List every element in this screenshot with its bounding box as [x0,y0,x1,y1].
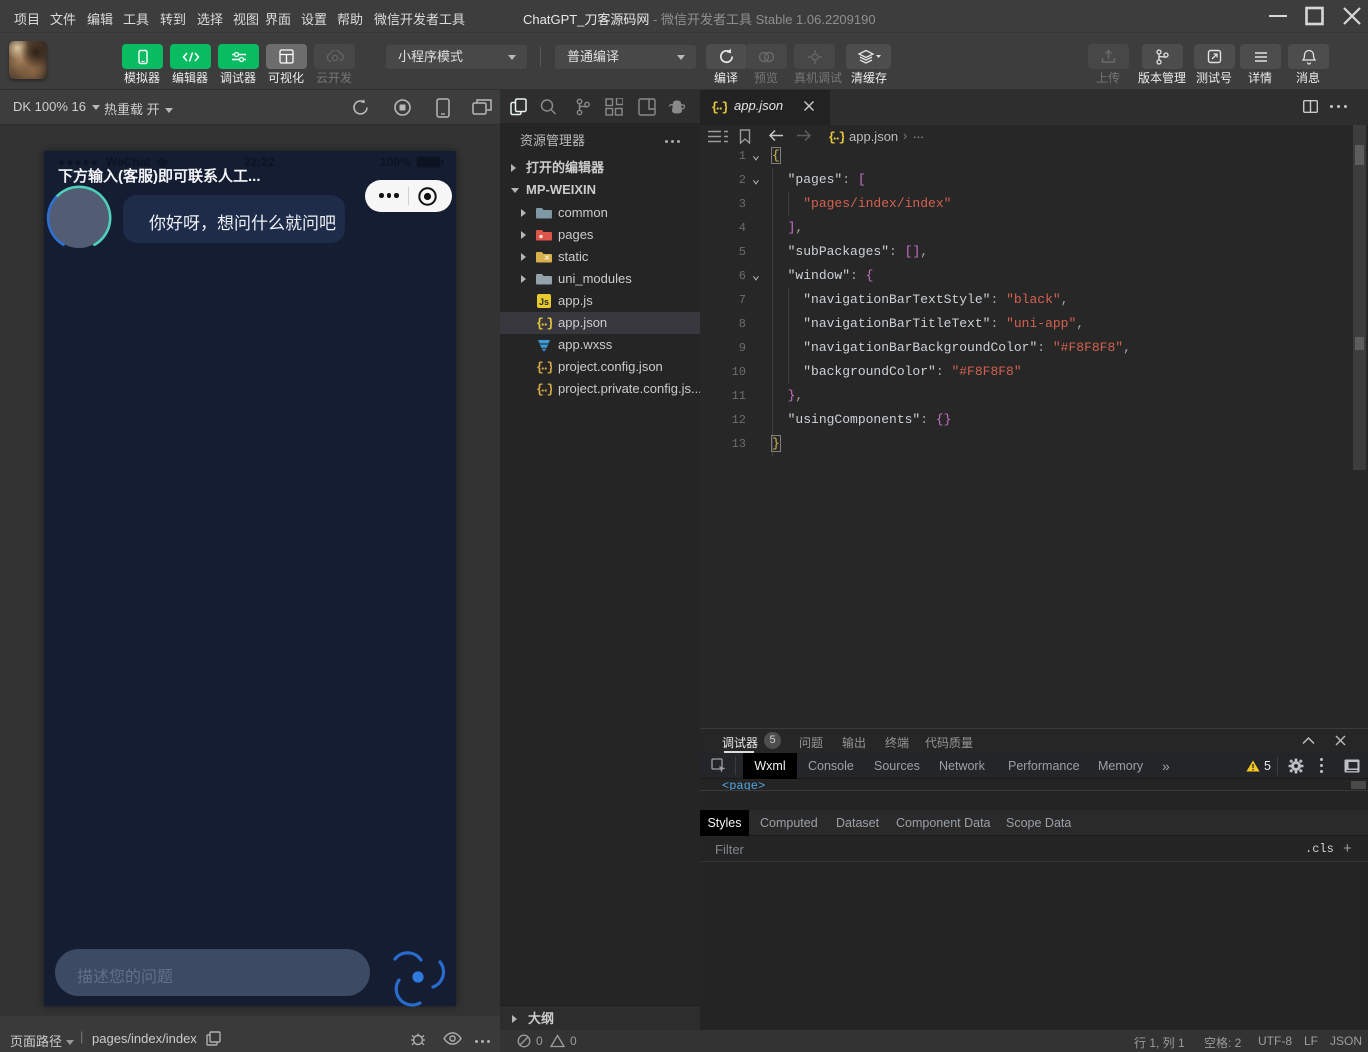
svg-text:}: } [722,100,728,114]
svg-text:}: } [547,360,553,374]
svg-text:Js: Js [539,297,549,307]
svg-text:{: { [711,100,719,114]
svg-text:}: } [547,382,553,396]
svg-text:}: } [547,316,553,330]
svg-text:{: { [828,130,836,144]
svg-text:{: { [536,382,544,396]
svg-text:}: } [839,130,845,144]
svg-text:{: { [536,360,544,374]
svg-text:{: { [536,316,544,330]
